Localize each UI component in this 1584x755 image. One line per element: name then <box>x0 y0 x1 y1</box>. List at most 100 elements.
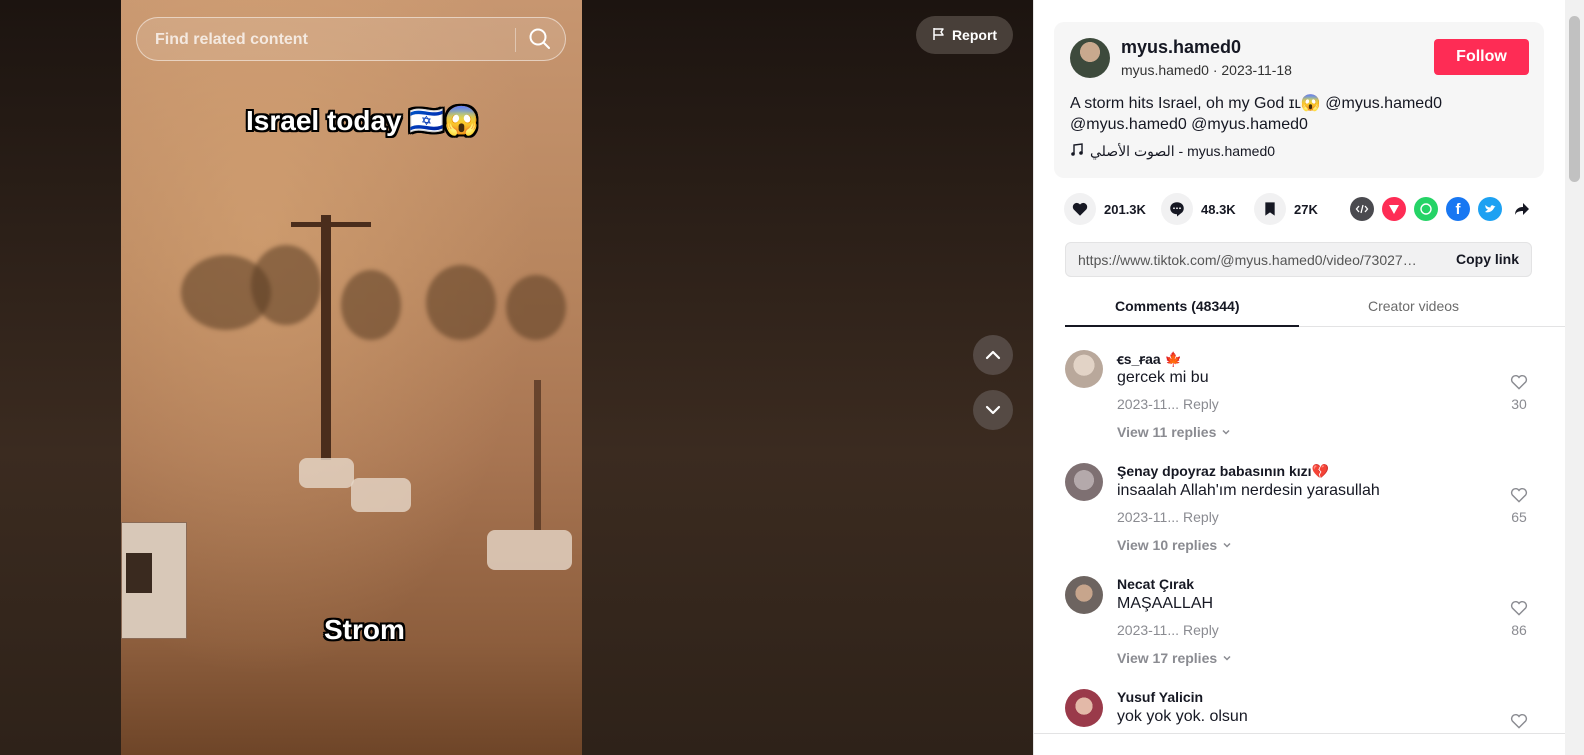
comment-item: Necat Çırak MAŞAALLAH 2023-11... Reply Vi… <box>1065 576 1545 676</box>
panel-bottom-divider <box>1033 733 1565 734</box>
view-replies-button[interactable]: View 10 replies <box>1117 537 1232 553</box>
send-icon[interactable] <box>1382 197 1406 221</box>
description-line-2: @myus.hamed0 @myus.hamed0 <box>1070 116 1308 133</box>
commenter-avatar[interactable] <box>1065 576 1103 614</box>
embed-icon[interactable] <box>1350 197 1374 221</box>
comment-date: 2023-11... <box>1117 509 1180 525</box>
author-avatar[interactable] <box>1070 38 1110 78</box>
view-replies-label: View 17 replies <box>1117 650 1218 666</box>
commenter-name[interactable]: Necat Çırak <box>1117 576 1194 592</box>
music-title: الصوت الأصلي - myus.hamed0 <box>1090 143 1276 159</box>
video-player[interactable]: Israel today 🇮🇱😱 Strom <box>121 0 582 755</box>
comment-like-button[interactable] <box>1507 711 1531 733</box>
flag-icon <box>932 27 946 44</box>
heart-outline-icon <box>1510 375 1528 390</box>
video-scene-pole <box>534 380 541 530</box>
comment-like-count: 65 <box>1511 509 1527 525</box>
reply-button[interactable]: Reply <box>1183 396 1219 412</box>
comment-tabs: Comments (48344) Creator videos <box>1065 288 1565 327</box>
video-description: A storm hits Israel, oh my God ɪʟ😱 @myus… <box>1070 93 1520 135</box>
heart-icon <box>1072 202 1088 216</box>
heart-outline-icon <box>1510 488 1528 503</box>
save-count: 27K <box>1294 201 1318 217</box>
video-scene-cabin <box>121 522 187 639</box>
view-replies-label: View 10 replies <box>1117 537 1218 553</box>
view-replies-label: View 11 replies <box>1117 424 1217 440</box>
search-input[interactable] <box>153 18 507 62</box>
report-label: Report <box>951 27 998 43</box>
save-button[interactable]: 27K <box>1254 193 1318 225</box>
report-button[interactable]: Report <box>916 16 1013 54</box>
heart-outline-icon <box>1510 601 1528 616</box>
facebook-icon[interactable]: f <box>1446 197 1470 221</box>
chevron-down-icon <box>1222 429 1230 435</box>
twitter-icon[interactable] <box>1478 197 1502 221</box>
like-button[interactable]: 201.3K <box>1064 193 1146 225</box>
video-info-card: myus.hamed0 myus.hamed0 · 2023-11-18 Fol… <box>1054 22 1544 178</box>
commenter-name[interactable]: Şenay dpoyraz babasının kızı💔 <box>1117 463 1329 480</box>
comment-like-button[interactable] <box>1507 485 1531 510</box>
heart-outline-icon <box>1510 714 1528 729</box>
view-replies-button[interactable]: View 11 replies <box>1117 424 1231 440</box>
chevron-down-icon <box>1223 542 1231 548</box>
next-video-button[interactable] <box>973 390 1013 430</box>
video-caption-top: Israel today 🇮🇱😱 <box>246 105 480 136</box>
share-arrow-icon[interactable] <box>1510 197 1534 221</box>
video-scene-tree <box>341 270 401 340</box>
video-scene-pole <box>321 215 331 460</box>
follow-button[interactable]: Follow <box>1434 39 1529 75</box>
description-line-1: A storm hits Israel, oh my God ɪʟ😱 @myus… <box>1070 95 1442 112</box>
video-scene-car <box>351 478 411 512</box>
video-scene-pole-bar <box>291 222 371 227</box>
comment-text: insaalah Allah'ım nerdesin yarasullah <box>1117 482 1380 499</box>
view-replies-button[interactable]: View 17 replies <box>1117 650 1232 666</box>
author-subline: myus.hamed0 · 2023-11-18 <box>1121 62 1292 78</box>
video-scene-car <box>487 530 572 570</box>
video-link-url[interactable]: https://www.tiktok.com/@myus.hamed0/vide… <box>1078 252 1423 268</box>
action-bar: 201.3K 48.3K 27K f <box>1064 193 1544 229</box>
video-link-box: https://www.tiktok.com/@myus.hamed0/vide… <box>1065 242 1532 277</box>
active-tab-indicator <box>1065 325 1299 327</box>
commenter-avatar[interactable] <box>1065 689 1103 727</box>
comment-count: 48.3K <box>1201 201 1236 217</box>
reply-button[interactable]: Reply <box>1183 622 1219 638</box>
comment-text: MAŞAALLAH <box>1117 595 1214 612</box>
comment-item: Yusuf Yalicin yok yok yok. olsun <box>1065 689 1545 733</box>
comment-like-button[interactable] <box>1507 372 1531 397</box>
video-scene-tree <box>251 245 321 325</box>
comment-item: Şenay dpoyraz babasının kızı💔 insaalah A… <box>1065 463 1545 563</box>
music-note-icon <box>1070 143 1084 160</box>
comment-date: 2023-11... <box>1117 622 1180 638</box>
bookmark-icon <box>1265 202 1275 216</box>
comment-meta: 2023-11... Reply <box>1117 396 1219 412</box>
search-divider <box>515 28 516 52</box>
commenter-avatar[interactable] <box>1065 350 1103 388</box>
chevron-down-icon <box>985 405 1001 415</box>
copy-link-button[interactable]: Copy link <box>1456 251 1519 267</box>
chevron-up-icon <box>985 350 1001 360</box>
commenter-avatar[interactable] <box>1065 463 1103 501</box>
reply-button[interactable]: Reply <box>1183 509 1219 525</box>
author-name[interactable]: myus.hamed0 <box>1121 37 1241 58</box>
scrollbar-thumb[interactable] <box>1569 16 1580 182</box>
search-icon[interactable] <box>525 24 555 54</box>
previous-video-button[interactable] <box>973 335 1013 375</box>
side-panel-scrollbar[interactable] <box>1565 0 1584 755</box>
tab-creator-videos[interactable]: Creator videos <box>1368 298 1459 314</box>
comment-like-button[interactable] <box>1507 598 1531 623</box>
chevron-down-icon <box>1223 655 1231 661</box>
comment-date: 2023-11... <box>1117 396 1180 412</box>
whatsapp-icon[interactable] <box>1414 197 1438 221</box>
comment-text: gercek mi bu <box>1117 369 1209 386</box>
comment-meta: 2023-11... Reply <box>1117 622 1219 638</box>
side-panel: myus.hamed0 myus.hamed0 · 2023-11-18 Fol… <box>1033 0 1584 755</box>
comment-text: yok yok yok. olsun <box>1117 708 1248 725</box>
commenter-name[interactable]: Yusuf Yalicin <box>1117 689 1203 705</box>
tab-comments[interactable]: Comments (48344) <box>1115 298 1240 314</box>
comment-item: ꞓs_ꞧaa 🍁 gercek mi bu 2023-11... Reply Vi… <box>1065 350 1545 450</box>
author-handle: myus.hamed0 <box>1121 62 1209 78</box>
comment-button[interactable]: 48.3K <box>1161 193 1236 225</box>
commenter-name[interactable]: ꞓs_ꞧaa 🍁 <box>1117 350 1182 369</box>
music-link[interactable]: الصوت الأصلي - myus.hamed0 <box>1070 143 1275 160</box>
comment-like-count: 30 <box>1511 396 1527 412</box>
